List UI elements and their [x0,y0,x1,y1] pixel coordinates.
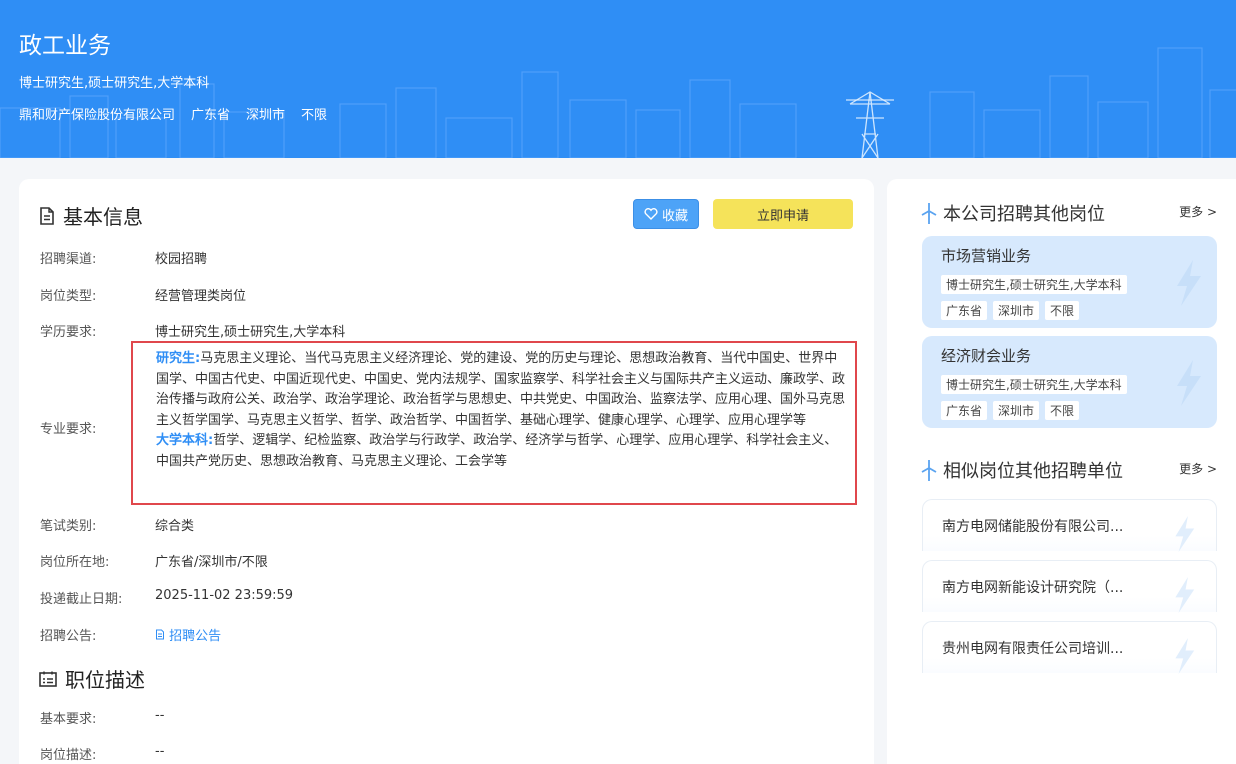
calendar-list-icon [39,671,57,687]
city-tag: 深圳市 [993,301,1040,320]
job-title: 政工业务 [19,33,111,59]
district-tag: 不限 [1045,301,1080,320]
job-desc-label: 岗位描述: [40,748,97,763]
province-tag: 广东省 [941,301,988,320]
lightning-icon [1175,638,1195,674]
channel-value: 校园招聘 [155,252,208,267]
city: 深圳市 [246,108,286,123]
location-label: 岗位所在地: [40,555,110,570]
heart-icon [644,208,658,220]
exam-value: 综合类 [155,519,195,534]
deadline-label: 投递截止日期: [40,592,123,607]
favorite-button[interactable]: 收藏 [633,199,699,229]
lightning-icon [1177,360,1201,406]
other-jobs-heading: 本公司招聘其他岗位 [921,200,1105,226]
similar-unit-name: 贵州电网有限责任公司培训... [942,641,1124,657]
notice-link[interactable]: 招聘公告 [155,625,221,644]
lightning-icon [1175,577,1195,613]
type-label: 岗位类型: [40,289,97,304]
type-value: 经营管理类岗位 [155,289,247,304]
major-label: 专业要求: [40,422,97,437]
similar-unit-name: 南方电网储能股份有限公司... [942,519,1124,535]
similar-unit-card[interactable]: 南方电网储能股份有限公司... [922,499,1217,552]
file-icon [156,629,164,640]
job-description-heading: 职位描述 [39,664,145,693]
basic-info-heading: 基本信息 [39,201,143,230]
undergraduate-majors: 大学本科:哲学、逻辑学、纪检监察、政治学与行政学、政治学、经济学与哲学、心理学、… [156,431,847,472]
province-tag: 广东省 [941,401,988,420]
similar-units-heading: 相似岗位其他招聘单位 [921,457,1123,483]
education-requirement: 博士研究生,硕士研究生,大学本科 [19,76,210,91]
similar-units-more-link[interactable]: 更多 > [1179,460,1217,477]
education-value: 博士研究生,硕士研究生,大学本科 [155,325,346,340]
channel-label: 招聘渠道: [40,252,97,267]
undergraduate-major-list: 哲学、逻辑学、纪检监察、政治学与行政学、政治学、经济学与哲学、心理学、应用心理学… [156,433,838,469]
other-jobs-more-link[interactable]: 更多 > [1179,203,1217,220]
notice-label: 招聘公告: [40,629,97,644]
graduate-title: 研究生: [156,351,201,366]
similar-unit-card[interactable]: 贵州电网有限责任公司培训... [922,621,1217,674]
city-tag: 深圳市 [993,401,1040,420]
job-detail-card: 基本信息 收藏 立即申请 招聘渠道: 校园招聘 岗位类型: 经营管理类岗位 学历… [19,179,874,764]
location-value: 广东省/深圳市/不限 [155,555,268,570]
company-name[interactable]: 鼎和财产保险股份有限公司 [19,104,175,123]
district: 不限 [301,108,328,123]
wind-turbine-icon [921,460,937,481]
document-icon [40,206,54,225]
other-job-card[interactable]: 经济财会业务 博士研究生,硕士研究生,大学本科 广东省 深圳市 不限 [922,336,1217,428]
education-tag: 博士研究生,硕士研究生,大学本科 [941,275,1127,294]
apply-button[interactable]: 立即申请 [713,199,853,229]
province: 广东省 [191,108,231,123]
undergraduate-title: 大学本科: [156,433,214,448]
graduate-majors: 研究生:马克思主义理论、当代马克思主义经济理论、党的建设、党的历史与理论、思想政… [156,349,847,431]
major-requirement-box: 研究生:马克思主义理论、当代马克思主义经济理论、党的建设、党的历史与理论、思想政… [131,341,857,505]
job-desc-value: -- [155,744,165,759]
basic-requirement-label: 基本要求: [40,712,97,727]
similar-unit-card[interactable]: 南方电网新能设计研究院（... [922,560,1217,613]
sidebar: 本公司招聘其他岗位 更多 > 市场营销业务 博士研究生,硕士研究生,大学本科 广… [887,179,1236,764]
other-job-title: 市场营销业务 [941,247,1032,265]
header-banner: 政工业务 博士研究生,硕士研究生,大学本科 鼎和财产保险股份有限公司 广东省 深… [0,0,1236,158]
lightning-icon [1177,260,1201,306]
education-tag: 博士研究生,硕士研究生,大学本科 [941,375,1127,394]
basic-requirement-value: -- [155,708,165,723]
exam-label: 笔试类别: [40,519,97,534]
job-meta: 鼎和财产保险股份有限公司 广东省 深圳市 不限 [19,104,327,123]
lightning-icon [1175,516,1195,552]
deadline-value: 2025-11-02 23:59:59 [155,588,294,603]
similar-unit-name: 南方电网新能设计研究院（... [942,580,1124,596]
graduate-major-list: 马克思主义理论、当代马克思主义经济理论、党的建设、党的历史与理论、思想政治教育、… [156,351,846,428]
other-job-card[interactable]: 市场营销业务 博士研究生,硕士研究生,大学本科 广东省 深圳市 不限 [922,236,1217,328]
education-label: 学历要求: [40,325,97,340]
district-tag: 不限 [1045,401,1080,420]
wind-turbine-icon [921,203,937,224]
other-job-title: 经济财会业务 [941,347,1032,365]
